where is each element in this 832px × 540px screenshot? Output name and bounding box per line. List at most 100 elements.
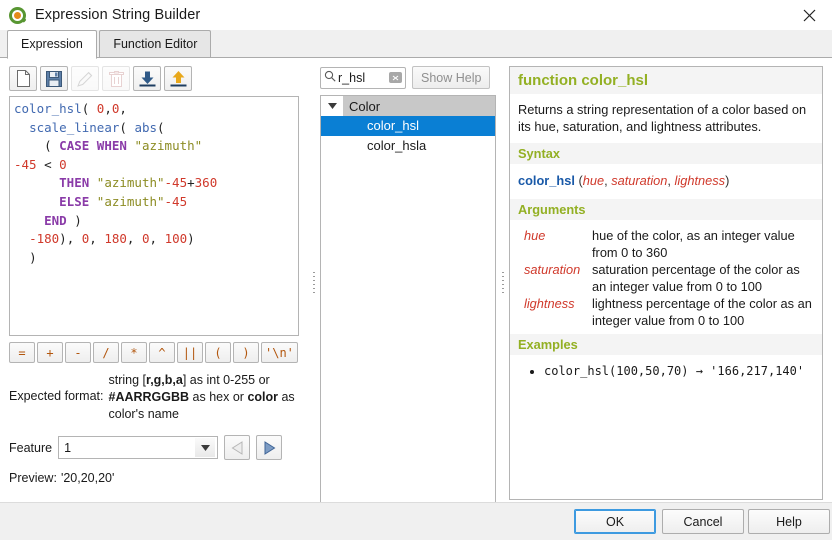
operator-buttons: = + - / * ^ ||() '\n' (9, 342, 309, 363)
trash-delete-button (102, 66, 130, 91)
expression-token: -45 (164, 193, 188, 209)
expression-token (14, 194, 59, 209)
preview-row: Preview: '20,20,20' (9, 471, 309, 485)
expression-token: , (126, 231, 142, 247)
feature-value: 1 (64, 440, 72, 455)
cancel-button[interactable]: Cancel (662, 509, 744, 534)
expression-token: ELSE (59, 193, 90, 209)
feature-row: Feature 1 (9, 435, 309, 460)
operator-divide-button[interactable]: / (93, 342, 119, 363)
operator-power-button[interactable]: ^ (149, 342, 175, 363)
show-help-button[interactable]: Show Help (412, 66, 491, 89)
export-expressions-button[interactable] (164, 66, 192, 91)
function-tree[interactable]: Color color_hsl color_hsla (320, 95, 496, 503)
expression-token: -45 (14, 156, 37, 172)
close-icon[interactable] (786, 0, 832, 30)
dialog-footer: OK Cancel Help (0, 502, 832, 540)
tree-item-color-hsl[interactable]: color_hsl (321, 116, 495, 136)
search-row: r_hsl Show Help (320, 66, 496, 89)
expected-format-label: Expected format: (9, 389, 104, 403)
search-input[interactable]: r_hsl (320, 66, 406, 89)
help-argument-name: saturation (524, 262, 581, 277)
expression-token (89, 194, 97, 209)
window-title: Expression String Builder (35, 7, 201, 23)
operator-newline-button[interactable]: '\n' (261, 342, 298, 363)
expression-token: 100 (164, 231, 188, 247)
help-argument-row: lightness lightness percentage of the col… (518, 296, 814, 330)
expression-token: abs (134, 119, 158, 135)
syntax-argument: saturation (611, 173, 668, 188)
expression-token (14, 213, 44, 228)
expression-text-editor[interactable]: color_hsl( 0,0, scale_linear( abs( ( CAS… (9, 96, 299, 336)
help-examples-heading: Examples (510, 334, 822, 355)
syntax-punct: , (667, 173, 675, 188)
expression-token: ( (14, 138, 60, 154)
help-button[interactable]: Help (748, 509, 830, 534)
help-panel[interactable]: function color_hsl Returns a string repr… (509, 66, 823, 500)
help-argument-description: hue of the color, as an integer value fr… (592, 228, 795, 260)
previous-feature-button[interactable] (224, 435, 251, 460)
tab-function-editor[interactable]: Function Editor (99, 30, 212, 58)
operator-multiply-button[interactable]: * (121, 342, 147, 363)
expression-token: < (36, 156, 60, 172)
clear-x-icon[interactable] (389, 72, 402, 83)
dialog-body: color_hsl( 0,0, scale_linear( abs( ( CAS… (0, 58, 832, 530)
tab-expression[interactable]: Expression (7, 30, 97, 59)
operator-minus-button[interactable]: - (65, 342, 91, 363)
expression-token: ( (81, 101, 97, 116)
operator-equals-button[interactable]: = (9, 342, 35, 363)
help-examples-list: color_hsl(100,50,70) → '166,217,140' (518, 363, 814, 380)
expression-token: ) (66, 212, 82, 228)
expression-token (14, 120, 29, 135)
help-argument-row: saturation saturation percentage of the c… (518, 262, 814, 296)
syntax-punct: ) (725, 173, 730, 188)
splitter-handle-left[interactable] (311, 66, 317, 500)
help-argument-description: saturation percentage of the color as an… (592, 262, 800, 294)
expected-format-text: string [r,g,b,a] as int 0-255 or #AARRGG… (109, 372, 309, 423)
help-argument-name: hue (524, 228, 546, 243)
help-arguments-table: hue hue of the color, as an integer value… (518, 228, 814, 330)
operator-open-paren-button[interactable]: ( (205, 342, 231, 363)
expression-toolbar (9, 66, 309, 91)
expression-token: "azimuth" (96, 193, 165, 209)
help-title: function color_hsl (510, 67, 822, 94)
expression-token (14, 231, 29, 246)
function-list-panel: r_hsl Show Help Color color_hsl color_hs… (320, 66, 496, 503)
triangle-down-icon[interactable] (321, 96, 343, 116)
expected-format-part: color (247, 390, 278, 404)
chevron-down-icon (195, 438, 216, 457)
expression-token: END (44, 212, 67, 228)
syntax-function-name: color_hsl (518, 173, 575, 188)
next-feature-button[interactable] (256, 435, 283, 460)
operator-close-paren-button[interactable]: ) (233, 342, 259, 363)
expression-token (14, 175, 59, 190)
tree-item-color-hsla[interactable]: color_hsla (321, 136, 495, 156)
expression-token: color_hsl (14, 101, 82, 116)
expression-token: , (149, 231, 165, 247)
expression-token: 0 (59, 156, 67, 172)
expression-token: scale_linear (29, 119, 120, 135)
operator-concat-button[interactable]: || (177, 342, 203, 363)
search-value: r_hsl (338, 70, 366, 85)
operator-plus-button[interactable]: + (37, 342, 63, 363)
search-magnifier-icon (324, 70, 336, 85)
new-expression-button[interactable] (9, 66, 37, 91)
expression-token: , (89, 231, 105, 247)
splitter-handle-right[interactable] (500, 66, 506, 500)
expression-token (89, 175, 97, 190)
preview-label: Preview: (9, 471, 57, 485)
expression-token: ) (14, 249, 37, 265)
expression-token: CASE WHEN (59, 138, 127, 154)
import-expressions-button[interactable] (133, 66, 161, 91)
save-expression-button[interactable] (40, 66, 68, 91)
feature-select[interactable]: 1 (58, 436, 219, 459)
help-argument-name: lightness (524, 296, 575, 311)
tree-group-color[interactable]: Color (321, 96, 495, 116)
expression-panel: color_hsl( 0,0, scale_linear( abs( ( CAS… (9, 66, 309, 485)
help-description: Returns a string representation of a col… (518, 102, 807, 134)
ok-button[interactable]: OK (574, 509, 656, 534)
title-bar: Expression String Builder (0, 0, 832, 30)
expected-format-part: #AARRGGBB (108, 390, 190, 404)
qgis-logo-icon (9, 6, 27, 24)
expression-token: , (119, 101, 127, 116)
